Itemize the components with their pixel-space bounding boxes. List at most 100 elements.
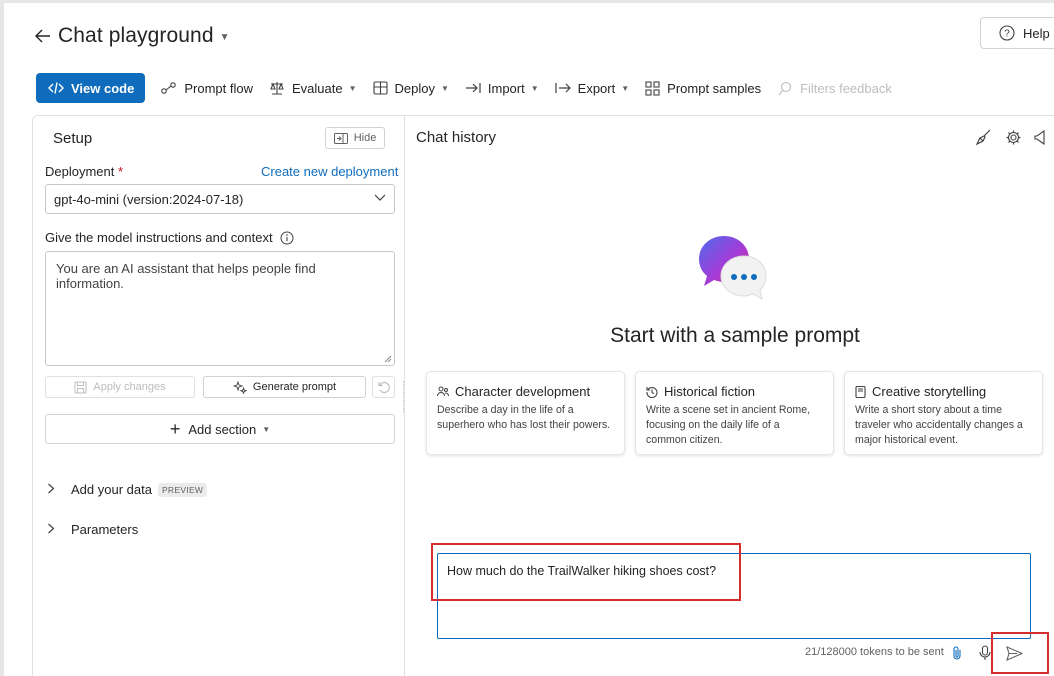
import-button[interactable]: Import ▼ <box>465 73 539 103</box>
plus-icon: + <box>169 418 181 439</box>
card-description: Write a scene set in ancient Rome, focus… <box>646 404 811 446</box>
token-count: 21/128000 tokens to be sent <box>805 646 944 658</box>
instructions-label-text: Give the model instructions and context <box>45 230 273 245</box>
sample-card-character-development[interactable]: Character development Describe a day in … <box>426 371 625 455</box>
card-title: Character development <box>437 384 614 399</box>
page-title: Chat playground <box>58 24 214 47</box>
card-title: Historical fiction <box>646 384 823 399</box>
filters-feedback-label: Filters feedback <box>800 80 892 96</box>
input-highlight-box <box>431 543 741 601</box>
resize-grip-icon[interactable] <box>384 355 392 363</box>
back-arrow-icon[interactable] <box>32 25 54 47</box>
apply-changes-button[interactable]: Apply changes <box>45 376 195 398</box>
view-code-label: View code <box>71 80 135 96</box>
microphone-icon[interactable] <box>979 645 991 661</box>
export-label: Export <box>577 80 616 96</box>
required-mark: * <box>118 164 124 179</box>
help-label: Help <box>1023 25 1050 41</box>
scale-icon <box>270 82 284 95</box>
chat-actions <box>975 128 1046 146</box>
chevron-down-icon: ▼ <box>440 83 449 93</box>
chat-history-title: Chat history <box>416 129 497 146</box>
add-your-data-expander[interactable]: Add your data PREVIEW <box>47 482 208 497</box>
info-icon[interactable] <box>280 231 294 245</box>
parameters-expander[interactable]: Parameters <box>47 522 138 537</box>
toolbar: View code Prompt flow Evaluate ▼ Deploy … <box>32 71 1054 105</box>
deployment-value: gpt-4o-mini (version:2024-07-18) <box>54 191 244 207</box>
card-title-text: Character development <box>455 384 591 399</box>
code-icon <box>48 82 64 94</box>
deployment-label-text: Deployment <box>45 164 115 179</box>
app-page: Chat playground ▼ ? Help View code Promp… <box>0 0 1054 676</box>
setup-title: Setup <box>53 130 93 147</box>
evaluate-button[interactable]: Evaluate ▼ <box>269 73 357 103</box>
sparkle-icon <box>232 380 247 394</box>
chevron-right-icon <box>47 523 59 537</box>
reset-button[interactable] <box>372 376 395 398</box>
prompt-flow-button[interactable]: Prompt flow <box>161 73 253 103</box>
help-circle-icon: ? <box>999 25 1015 41</box>
package-icon <box>372 81 388 95</box>
prompt-flow-label: Prompt flow <box>184 80 253 96</box>
deploy-button[interactable]: Deploy ▼ <box>372 73 449 103</box>
prompt-samples-button[interactable]: Prompt samples <box>645 73 761 103</box>
gear-icon[interactable] <box>1005 129 1022 146</box>
panel-collapse-icon <box>333 132 348 144</box>
save-icon <box>74 381 87 393</box>
system-message-text: You are an AI assistant that helps peopl… <box>56 261 316 291</box>
send-highlight-box <box>991 632 1049 674</box>
feedback-icon <box>778 81 792 95</box>
flow-icon <box>161 82 177 94</box>
add-section-button[interactable]: + Add section ▼ <box>45 414 395 444</box>
chevron-down-icon: ▼ <box>530 83 539 93</box>
speaker-icon[interactable] <box>1034 129 1046 146</box>
attach-icon[interactable] <box>951 645 963 661</box>
people-icon <box>437 386 449 397</box>
import-label: Import <box>487 80 525 96</box>
generate-prompt-label: Generate prompt <box>252 381 337 393</box>
chevron-right-icon <box>47 483 59 497</box>
chevron-down-icon[interactable]: ▼ <box>220 32 230 43</box>
undo-icon <box>377 381 390 394</box>
card-title-text: Creative storytelling <box>872 384 987 399</box>
sample-card-creative-storytelling[interactable]: Creative storytelling Write a short stor… <box>844 371 1043 455</box>
generate-prompt-button[interactable]: Generate prompt <box>203 376 366 398</box>
preview-badge: PREVIEW <box>157 482 208 497</box>
evaluate-label: Evaluate <box>291 80 343 96</box>
chevron-down-icon: ▼ <box>348 83 357 93</box>
hide-button[interactable]: Hide <box>325 127 385 149</box>
svg-text:?: ? <box>1004 29 1010 40</box>
book-icon <box>855 385 866 398</box>
export-button[interactable]: Export ▼ <box>555 73 630 103</box>
history-icon <box>646 386 658 398</box>
parameters-label: Parameters <box>71 522 139 537</box>
grid-icon <box>645 80 660 96</box>
deployment-select[interactable]: gpt-4o-mini (version:2024-07-18) <box>45 184 395 214</box>
chat-panel: Chat history Start with a sample prompt <box>404 115 1054 676</box>
sample-prompt-heading: Start with a sample prompt <box>610 324 860 347</box>
chevron-down-icon: ▼ <box>262 424 271 434</box>
import-arrow-icon <box>465 83 481 93</box>
card-title: Creative storytelling <box>855 384 1032 399</box>
broom-icon[interactable] <box>975 128 993 146</box>
page-header: Chat playground ▼ <box>32 19 230 53</box>
chevron-down-icon: ▼ <box>621 83 630 93</box>
card-description: Describe a day in the life of a superher… <box>437 404 611 431</box>
help-button[interactable]: ? Help <box>980 17 1054 49</box>
system-message-textarea[interactable]: You are an AI assistant that helps peopl… <box>45 251 395 366</box>
export-arrow-icon <box>555 83 571 93</box>
deploy-label: Deploy <box>394 80 435 96</box>
apply-changes-label: Apply changes <box>93 381 166 393</box>
deployment-label: Deployment * <box>45 164 123 179</box>
sample-card-historical-fiction[interactable]: Historical fiction Write a scene set in … <box>635 371 834 455</box>
filters-feedback-button[interactable]: Filters feedback <box>777 73 892 103</box>
setup-panel: Setup Hide Deployment * Create new deplo… <box>32 115 405 676</box>
chat-bubbles-icon <box>699 236 767 300</box>
add-section-label: Add section <box>188 421 257 437</box>
create-deployment-link[interactable]: Create new deployment <box>261 164 398 179</box>
instructions-label: Give the model instructions and context <box>45 230 294 245</box>
add-your-data-label: Add your data <box>71 482 152 497</box>
card-description: Write a short story about a time travele… <box>855 404 1023 446</box>
prompt-samples-label: Prompt samples <box>667 80 762 96</box>
view-code-button[interactable]: View code <box>36 73 146 103</box>
